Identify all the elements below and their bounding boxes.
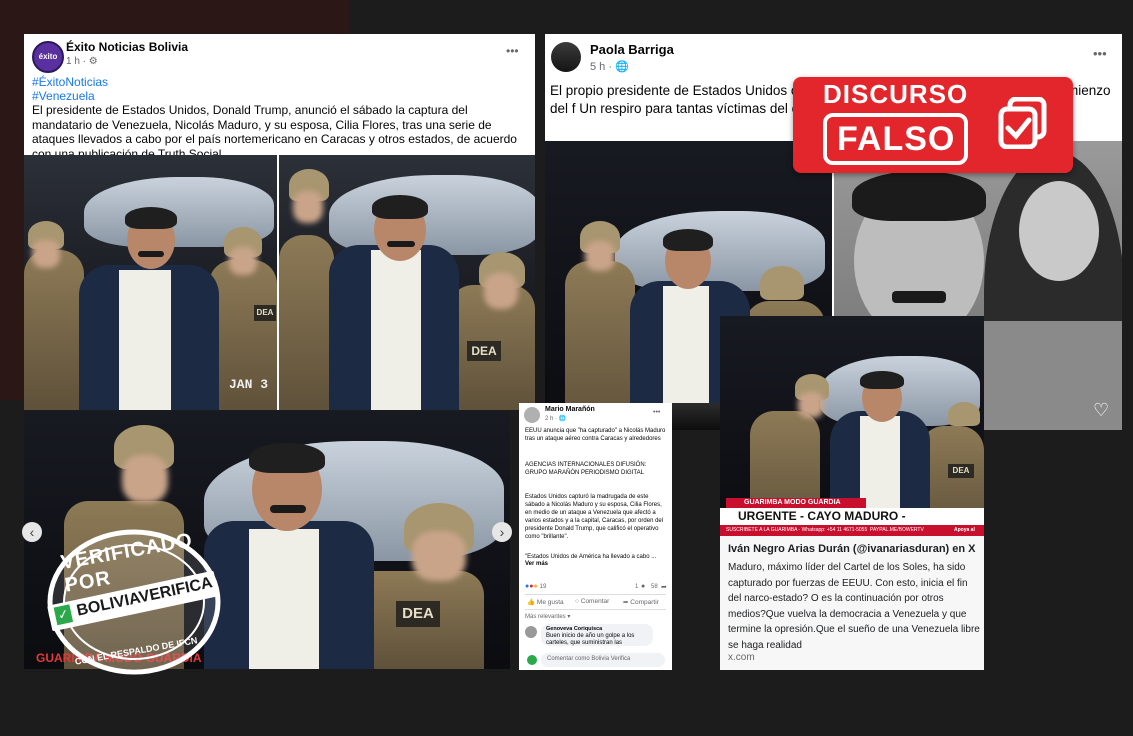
share-count-icon: ➦ [661,584,667,591]
badge-line1: DISCURSO [823,79,969,109]
post-paragraph-4: "Estados Unidos de América ha llevado a … [525,554,657,560]
avatar[interactable]: éxito [32,41,64,73]
carousel-next-button[interactable]: › [492,522,512,542]
post-author[interactable]: Éxito Noticias Bolivia [66,40,188,54]
reactions-count: 19 [539,584,547,590]
comment-button[interactable]: ○ Comentar [575,598,609,605]
tv-banner-small: GUARIMBA MODO GUARDIA [726,498,866,508]
thumb-icon: 👍 [527,599,536,606]
link-domain[interactable]: x.com [728,652,755,663]
post-photo-left[interactable]: DEA JAN 3 [24,155,277,410]
more-options-icon[interactable]: ••• [653,409,660,416]
speech-bubble-icon: ○ [575,598,579,605]
comments-count[interactable]: 1 [635,584,638,590]
carousel-prev-button[interactable]: ‹ [22,522,42,542]
link-preview-image[interactable]: DEA GUARIMBA MODO GUARDIA URGENTE - CAYO… [720,316,984,536]
share-arrow-icon: ➦ [623,599,629,606]
post-paragraph-3: Estados Unidos capturó la madrugada de e… [525,494,664,540]
dea-patch: DEA [254,305,276,321]
tv-banner: URGENTE - CAYO MADURO - CAPTURADO! [720,508,984,536]
share-button[interactable]: ➦ Compartir [623,598,659,606]
hashtag-venezuela[interactable]: #Venezuela [32,89,95,103]
sort-comments-dropdown[interactable]: Más relevantes ▾ [525,613,570,620]
hashtag-exito[interactable]: #ÉxitoNoticias [32,75,108,89]
post-paragraph-1: EEUU anuncia que "ha capturado" a Nicolá… [525,428,666,442]
post-author[interactable]: Mario Marañón [545,406,595,413]
shares-count[interactable]: 58 [651,584,658,590]
more-options-icon[interactable]: ••• [506,44,519,58]
post-time[interactable]: 2 h · 🌐 [545,415,566,422]
see-more-link[interactable]: Ver más [525,561,548,567]
badge-line2-box: FALSO [823,113,968,165]
heart-icon[interactable]: ♡ [1093,400,1109,421]
link-title[interactable]: Iván Negro Arias Durán (@ivanariasduran)… [728,543,978,555]
link-description: Maduro, máximo líder del Cartel de los S… [728,562,980,651]
comment-count-icon: ● [641,583,646,590]
wow-reaction-icon: ● [533,583,538,590]
dea-patch: DEA [948,464,974,478]
post-x-link-preview[interactable]: DEA GUARIMBA MODO GUARDIA URGENTE - CAYO… [720,316,984,670]
post-photo-right[interactable]: DEA [279,155,535,410]
post-time[interactable]: 1 h · ⚙ [66,56,98,67]
avatar[interactable] [551,42,581,72]
post-body: El presidente de Estados Unidos, Donald … [32,103,517,161]
post-paragraph-2: AGENCIAS INTERNACIONALES DIFUSIÓN: GRUPO… [525,462,647,476]
more-options-icon[interactable]: ••• [1093,46,1107,61]
commenter-avatar[interactable] [525,626,537,638]
checkmark-icon: ✓ [53,604,74,626]
photo-date-stamp: JAN 3 [229,377,269,392]
dea-patch: DEA [396,601,440,627]
commenter-name[interactable]: Genoveva Coriquisca [546,626,602,632]
post-mario-maranon: Mario Marañón 2 h · 🌐 ••• EEUU anuncia q… [519,403,672,670]
false-claim-badge: DISCURSO FALSO [793,77,1073,173]
post-author[interactable]: Paola Barriga [590,42,674,57]
post-exito-noticias: éxito Éxito Noticias Bolivia 1 h · ⚙ •••… [24,34,535,410]
badge-line2: FALSO [837,120,956,158]
comment-composer-avatar [527,655,537,665]
tv-ticker: SUSCRIBETE A LA GUARIMBA - Whatsapp: +54… [720,525,984,536]
dea-patch: DEA [467,341,501,361]
check-document-icon [998,96,1048,150]
comment-text: Buen inicio de año un golpe a los cartel… [546,633,635,646]
post-time[interactable]: 5 h · 🌐 [590,60,629,73]
chevron-down-icon: ▾ [567,614,571,620]
like-button[interactable]: 👍 Me gusta [527,598,564,606]
comment-input[interactable]: Comentar como Bolivia Verifica [541,653,665,667]
reaction-icons[interactable]: ●●● 19 [525,583,546,590]
avatar[interactable] [524,407,540,423]
verification-stamp: VERIFICADO POR ✓ BOLIVIAVERIFICA CON EL … [44,528,224,676]
comment-bubble: Genoveva Coriquisca Buen inicio de año u… [541,624,653,646]
